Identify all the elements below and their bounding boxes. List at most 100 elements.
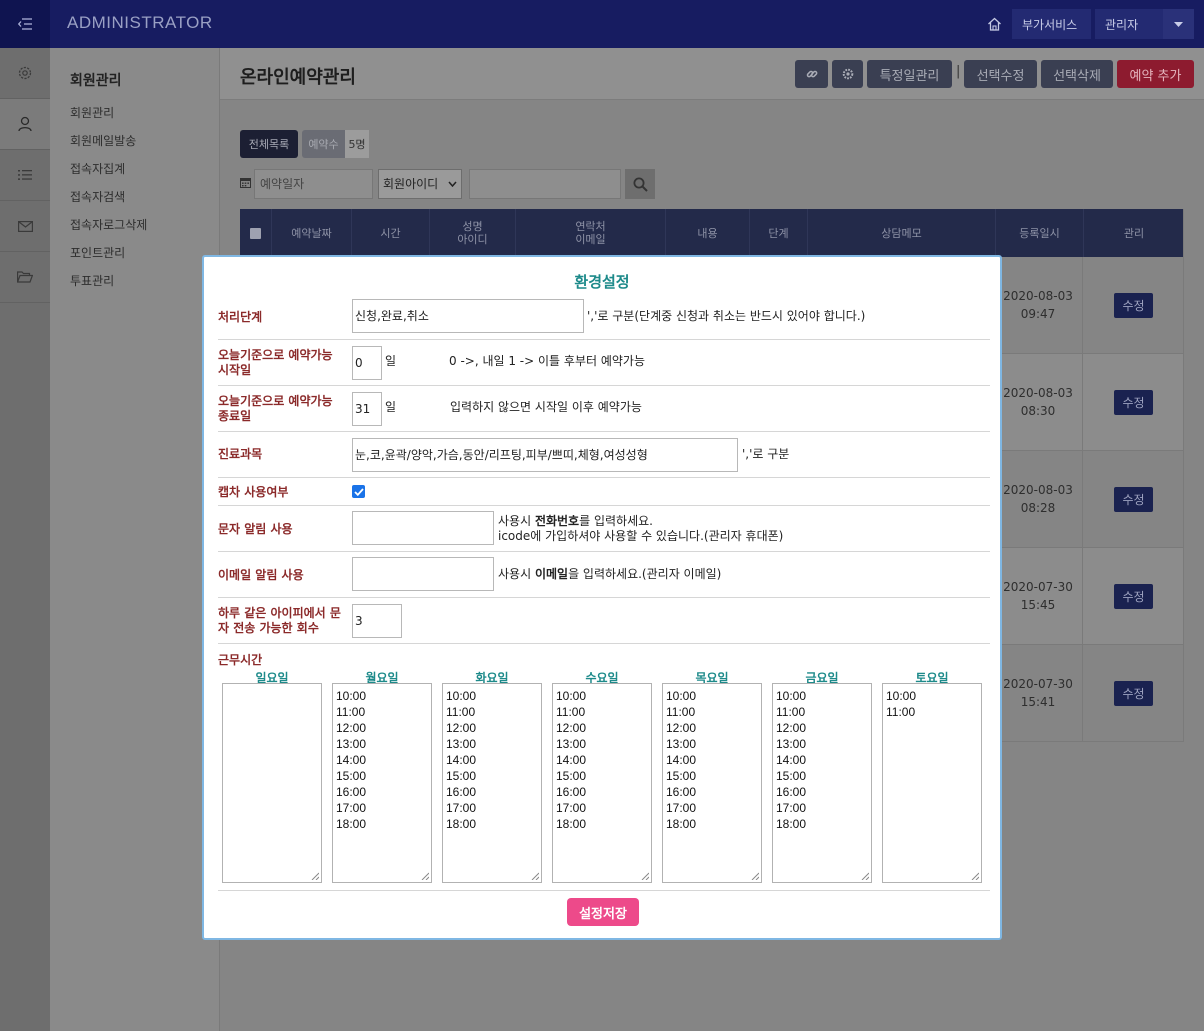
sms-help-post: 를 입력하세요.	[579, 514, 653, 528]
all-list-button[interactable]: 전체목록	[240, 130, 298, 158]
departments-label: 진료과목	[218, 447, 263, 461]
column-header[interactable]: 예약날짜	[272, 209, 352, 257]
start-day-label: 오늘기준으로 예약가능 시작일	[218, 348, 333, 377]
submenu-item-member-mail[interactable]: 회원메일발송	[70, 132, 136, 149]
steps-help: ','로 구분(단계중 신청과 취소는 반드시 있어야 합니다.)	[587, 309, 866, 323]
column-header[interactable]: 상담메모	[808, 209, 996, 257]
sms-label: 문자 알림 사용	[218, 522, 293, 536]
admin-button[interactable]: 관리자	[1095, 9, 1163, 39]
hours-text: 10:00 11:00	[886, 689, 917, 719]
edit-row-button[interactable]: 수정	[1114, 293, 1153, 318]
submenu-item-points[interactable]: 포인트관리	[70, 244, 125, 261]
submenu-item-polls[interactable]: 투표관리	[70, 272, 114, 289]
sms-help-pre: 사용시	[498, 514, 535, 528]
table-border	[1183, 209, 1184, 742]
edit-row-button[interactable]: 수정	[1114, 584, 1153, 609]
column-header[interactable]: 성명 아이디	[430, 209, 516, 257]
modal-title: 환경설정	[574, 273, 630, 291]
column-header[interactable]: 시간	[352, 209, 430, 257]
reservation-date-input[interactable]: 예약일자	[254, 169, 373, 199]
submenu-item-visit-stats[interactable]: 접속자집계	[70, 160, 125, 177]
keyword-input[interactable]	[469, 169, 621, 199]
settings-button[interactable]	[832, 60, 863, 88]
header-separator: |	[956, 64, 961, 79]
edit-row-button[interactable]: 수정	[1114, 390, 1153, 415]
sms-limit-input[interactable]: 3	[352, 604, 402, 638]
edit-selected-button[interactable]: 선택수정	[964, 60, 1037, 88]
column-header[interactable]: 연락처 이메일	[516, 209, 666, 257]
member-field-select[interactable]: 회원아이디	[378, 169, 462, 199]
edit-row-button[interactable]: 수정	[1114, 487, 1153, 512]
home-icon	[987, 17, 1001, 31]
search-button[interactable]	[625, 169, 655, 199]
registered-date: 2020-08-03	[1003, 386, 1073, 400]
save-settings-button[interactable]: 설정저장	[567, 898, 639, 926]
addon-service-button[interactable]: 부가서비스	[1012, 9, 1091, 39]
submenu-title: 회원관리	[70, 73, 122, 89]
end-day-input[interactable]: 31	[352, 392, 382, 426]
settings-modal: 환경설정 처리단계 신청,완료,취소 ','로 구분(단계중 신청과 취소는 반…	[202, 255, 1002, 940]
special-day-button[interactable]: 특정일관리	[867, 60, 952, 88]
top-bar: ADMINISTRATOR 부가서비스 관리자	[0, 0, 1204, 48]
column-header[interactable]: 관리	[1084, 209, 1184, 257]
steps-row: 처리단계 신청,완료,취소 ','로 구분(단계중 신청과 취소는 반드시 있어…	[218, 297, 990, 340]
select-all-checkbox[interactable]	[240, 209, 272, 257]
wednesday-hours-textarea[interactable]: 10:00 11:00 12:00 13:00 14:00 15:00 16:0…	[552, 683, 652, 883]
friday-hours-textarea[interactable]: 10:00 11:00 12:00 13:00 14:00 15:00 16:0…	[772, 683, 872, 883]
sms-help: 사용시 전화번호를 입력하세요. icode에 가입하셔야 사용할 수 있습니다.…	[498, 514, 783, 544]
submenu: 회원관리 회원관리 회원메일발송 접속자집계 접속자검색 접속자로그삭제 포인트…	[50, 48, 220, 1031]
sms-help-bold: 전화번호	[534, 514, 580, 528]
email-help-pre: 사용시	[498, 567, 535, 581]
member-select-value: 회원아이디	[383, 177, 439, 191]
sms-phone-input[interactable]	[352, 511, 494, 545]
reservation-count-value: 5명	[345, 130, 369, 158]
submenu-item-visit-search[interactable]: 접속자검색	[70, 188, 125, 205]
rail-settings[interactable]	[0, 48, 50, 99]
email-label: 이메일 알림 사용	[218, 568, 304, 582]
email-input[interactable]	[352, 557, 494, 591]
resize-grip-icon	[861, 872, 869, 880]
sms-limit-label: 하루 같은 아이피에서 문자 전송 가능한 회수	[218, 606, 341, 635]
add-reservation-button[interactable]: 예약 추가	[1117, 60, 1194, 88]
registered-date: 2020-07-30	[1003, 677, 1073, 691]
thursday-hours-textarea[interactable]: 10:00 11:00 12:00 13:00 14:00 15:00 16:0…	[662, 683, 762, 883]
departments-input[interactable]: 눈,코,윤곽/양악,가슴,동안/리프팅,피부/쁘띠,체형,여성성형	[352, 438, 738, 472]
email-help-post: 을 입력하세요.(관리자 이메일)	[568, 567, 722, 581]
column-header[interactable]: 내용	[666, 209, 750, 257]
start-day-input[interactable]: 0	[352, 346, 382, 380]
submenu-item-visit-log-delete[interactable]: 접속자로그삭제	[70, 216, 147, 233]
sunday-hours-textarea[interactable]	[222, 683, 322, 883]
admin-dropdown-button[interactable]	[1163, 9, 1194, 39]
captcha-checkbox[interactable]	[352, 485, 365, 498]
home-button[interactable]	[984, 14, 1004, 34]
column-header[interactable]: 단계	[750, 209, 808, 257]
start-day-row: 오늘기준으로 예약가능 시작일 0 일 0 ->, 내일 1 -> 이틀 후부터…	[218, 340, 990, 386]
registered-time: 15:41	[1020, 695, 1056, 709]
link-button[interactable]	[795, 60, 828, 88]
rail-list[interactable]	[0, 150, 50, 201]
menu-toggle-button[interactable]	[0, 0, 50, 48]
sms-row: 문자 알림 사용 사용시 전화번호를 입력하세요. icode에 가입하셔야 사용…	[218, 506, 990, 552]
user-icon	[18, 116, 32, 132]
table-header: 예약날짜 시간 성명 아이디 연락처 이메일 내용 단계 상담메모 등록일시 관…	[240, 209, 1184, 257]
rail-folder[interactable]	[0, 252, 50, 303]
registered-time: 15:45	[1020, 598, 1056, 612]
registered-at: 2020-07-30 15:45	[990, 578, 1086, 614]
link-icon	[806, 70, 817, 78]
departments-row: 진료과목 눈,코,윤곽/양악,가슴,동안/리프팅,피부/쁘띠,체형,여성성형 '…	[218, 432, 990, 478]
delete-selected-button[interactable]: 선택삭제	[1041, 60, 1113, 88]
steps-input[interactable]: 신청,완료,취소	[352, 299, 584, 333]
rail-mail[interactable]	[0, 201, 50, 252]
sms-limit-row: 하루 같은 아이피에서 문자 전송 가능한 회수 3	[218, 598, 990, 644]
steps-label: 처리단계	[218, 310, 263, 324]
rail-members[interactable]	[0, 99, 50, 150]
column-header[interactable]: 등록일시	[996, 209, 1084, 257]
monday-hours-textarea[interactable]: 10:00 11:00 12:00 13:00 14:00 15:00 16:0…	[332, 683, 432, 883]
start-day-unit: 일	[385, 354, 397, 368]
resize-grip-icon	[531, 872, 539, 880]
tuesday-hours-textarea[interactable]: 10:00 11:00 12:00 13:00 14:00 15:00 16:0…	[442, 683, 542, 883]
submenu-item-members[interactable]: 회원관리	[70, 104, 114, 121]
brand-title: ADMINISTRATOR	[67, 13, 213, 32]
saturday-hours-textarea[interactable]: 10:00 11:00	[882, 683, 982, 883]
edit-row-button[interactable]: 수정	[1114, 681, 1153, 706]
